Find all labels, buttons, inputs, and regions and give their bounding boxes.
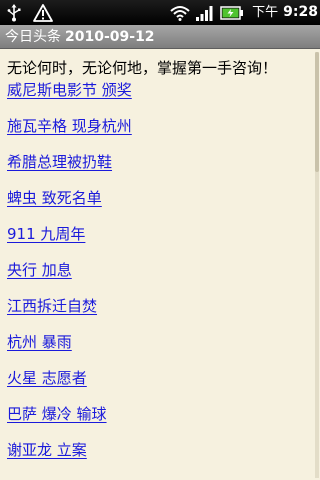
wifi-icon: [168, 0, 192, 25]
title-bar: 今日头条 2010-09-12: [0, 25, 320, 49]
news-link[interactable]: 谢亚龙 立案: [7, 441, 87, 459]
news-link[interactable]: 蜱虫 致死名单: [7, 189, 102, 207]
news-item: 911 九周年: [7, 223, 85, 245]
news-item: 江西拆迁自焚: [7, 295, 97, 317]
news-item: 蜱虫 致死名单: [7, 187, 102, 209]
news-link[interactable]: 希腊总理被扔鞋: [7, 153, 112, 171]
app-title: 今日头条: [5, 29, 61, 45]
warning-icon: [30, 0, 56, 25]
status-bar: 下午 9:28: [0, 0, 320, 25]
usb-icon: [4, 0, 24, 25]
news-link[interactable]: 杭州 暴雨: [7, 333, 72, 351]
news-content[interactable]: 无论何时，无论何地，掌握第一手咨询！ 威尼斯电影节 颁奖 施瓦辛格 现身杭州 希腊总…: [0, 50, 316, 480]
news-link[interactable]: 施瓦辛格 现身杭州: [7, 117, 132, 135]
news-item: 火星 志愿者: [7, 367, 87, 389]
scrollbar[interactable]: [315, 52, 319, 478]
news-item: 希腊总理被扔鞋: [7, 151, 112, 173]
status-ampm: 下午: [252, 5, 279, 20]
news-item: 杭州 暴雨: [7, 331, 72, 353]
scrollbar-thumb[interactable]: [315, 52, 319, 172]
news-link[interactable]: 911 九周年: [7, 225, 85, 243]
news-item: 央行 加息: [7, 259, 72, 281]
status-clock: 9:28: [283, 4, 318, 20]
news-link[interactable]: 巴萨 爆冷 输球: [7, 405, 107, 423]
news-link[interactable]: 央行 加息: [7, 261, 72, 279]
status-time: 下午 9:28: [248, 0, 318, 25]
battery-icon: [219, 0, 245, 25]
title-date: 2010-09-12: [65, 29, 155, 45]
news-link[interactable]: 威尼斯电影节 颁奖: [7, 81, 132, 99]
news-item: 施瓦辛格 现身杭州: [7, 115, 132, 137]
news-item: 威尼斯电影节 颁奖: [7, 79, 132, 101]
signal-icon: [194, 0, 216, 25]
news-item: 谢亚龙 立案: [7, 439, 87, 461]
tagline: 无论何时，无论何地，掌握第一手咨询！: [7, 59, 278, 77]
news-item: 巴萨 爆冷 输球: [7, 403, 107, 425]
news-link[interactable]: 江西拆迁自焚: [7, 297, 97, 315]
news-link[interactable]: 火星 志愿者: [7, 369, 87, 387]
